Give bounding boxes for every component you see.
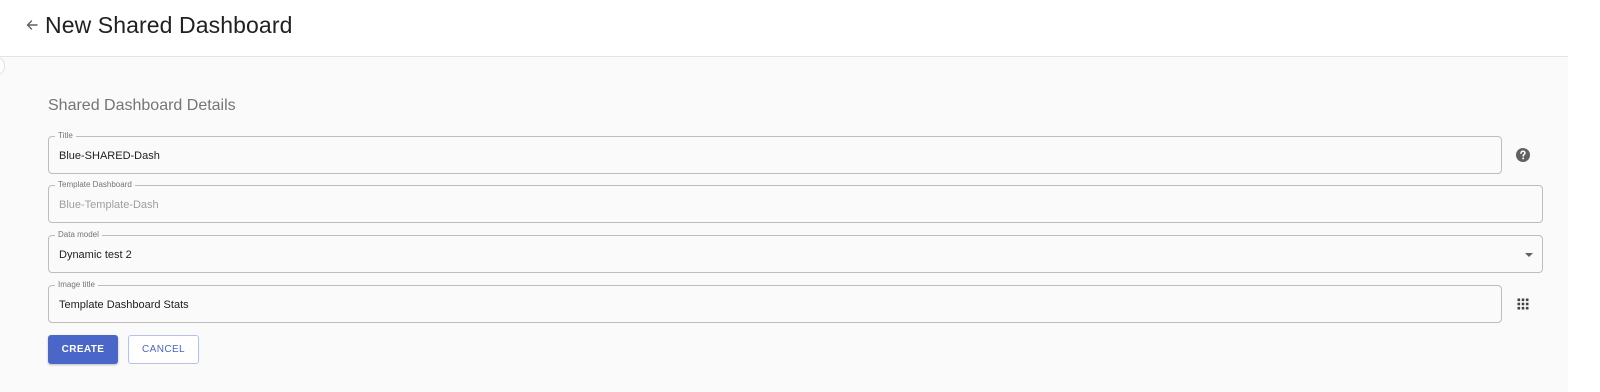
caret-down-icon[interactable]: [1525, 253, 1533, 257]
app-header: New Shared Dashboard: [0, 0, 1568, 57]
sidebar-toggle-tab[interactable]: [0, 56, 5, 76]
help-circle-icon[interactable]: [1515, 147, 1531, 163]
image-title-field[interactable]: Image title Template Dashboard Stats: [48, 279, 1502, 323]
create-button[interactable]: CREATE: [48, 335, 118, 364]
template-dashboard-label: Template Dashboard: [55, 179, 135, 191]
right-gutter: [1568, 0, 1600, 392]
title-field-value: Blue-SHARED-Dash: [59, 150, 160, 162]
data-model-label: Data model: [55, 229, 102, 241]
page-title: New Shared Dashboard: [45, 12, 293, 38]
template-dashboard-value: Blue-Template-Dash: [59, 199, 159, 211]
grid-apps-icon[interactable]: [1515, 296, 1531, 312]
section-heading: Shared Dashboard Details: [48, 97, 236, 114]
title-field[interactable]: Title Blue-SHARED-Dash: [48, 130, 1502, 174]
image-title-value: Template Dashboard Stats: [59, 299, 189, 311]
title-field-label: Title: [55, 130, 76, 142]
template-dashboard-field: Template Dashboard Blue-Template-Dash: [48, 179, 1543, 223]
image-title-label: Image title: [55, 279, 98, 291]
arrow-left-icon[interactable]: [24, 17, 40, 33]
data-model-select[interactable]: Data model Dynamic test 2: [48, 229, 1543, 273]
cancel-button[interactable]: CANCEL: [128, 335, 199, 364]
data-model-value: Dynamic test 2: [59, 249, 132, 261]
